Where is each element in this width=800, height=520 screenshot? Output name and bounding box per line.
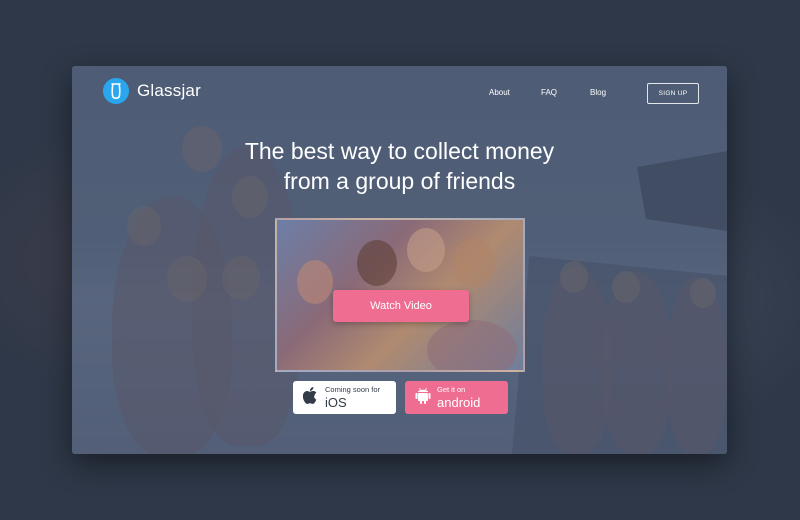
jar-icon bbox=[103, 78, 129, 104]
headline-line-1: The best way to collect money bbox=[244, 138, 555, 164]
android-store-label: android bbox=[437, 394, 481, 410]
ios-store-button[interactable]: Coming soon for iOS bbox=[293, 381, 396, 414]
nav-about-link[interactable]: About bbox=[489, 88, 510, 97]
watch-video-button[interactable]: Watch Video bbox=[333, 290, 469, 322]
video-preview[interactable]: Watch Video bbox=[275, 218, 525, 372]
sign-up-button[interactable]: SIGN UP bbox=[647, 83, 699, 104]
ios-store-label: iOS bbox=[325, 394, 347, 410]
android-icon bbox=[415, 386, 431, 410]
top-nav: Glassjar About FAQ Blog SIGN UP bbox=[72, 66, 727, 122]
landing-card: Glassjar About FAQ Blog SIGN UP The best… bbox=[72, 66, 727, 454]
brand-name: Glassjar bbox=[137, 81, 201, 100]
hero-headline: The best way to collect money from a gro… bbox=[72, 136, 727, 196]
brand-logo[interactable]: Glassjar bbox=[103, 78, 201, 104]
android-store-caption: Get it on bbox=[437, 385, 466, 395]
headline-line-2: from a group of friends bbox=[283, 168, 516, 194]
ios-store-caption: Coming soon for bbox=[325, 385, 381, 395]
nav-faq-link[interactable]: FAQ bbox=[541, 88, 557, 97]
android-store-button[interactable]: Get it on android bbox=[405, 381, 508, 414]
apple-icon bbox=[302, 386, 319, 410]
nav-blog-link[interactable]: Blog bbox=[590, 88, 606, 97]
